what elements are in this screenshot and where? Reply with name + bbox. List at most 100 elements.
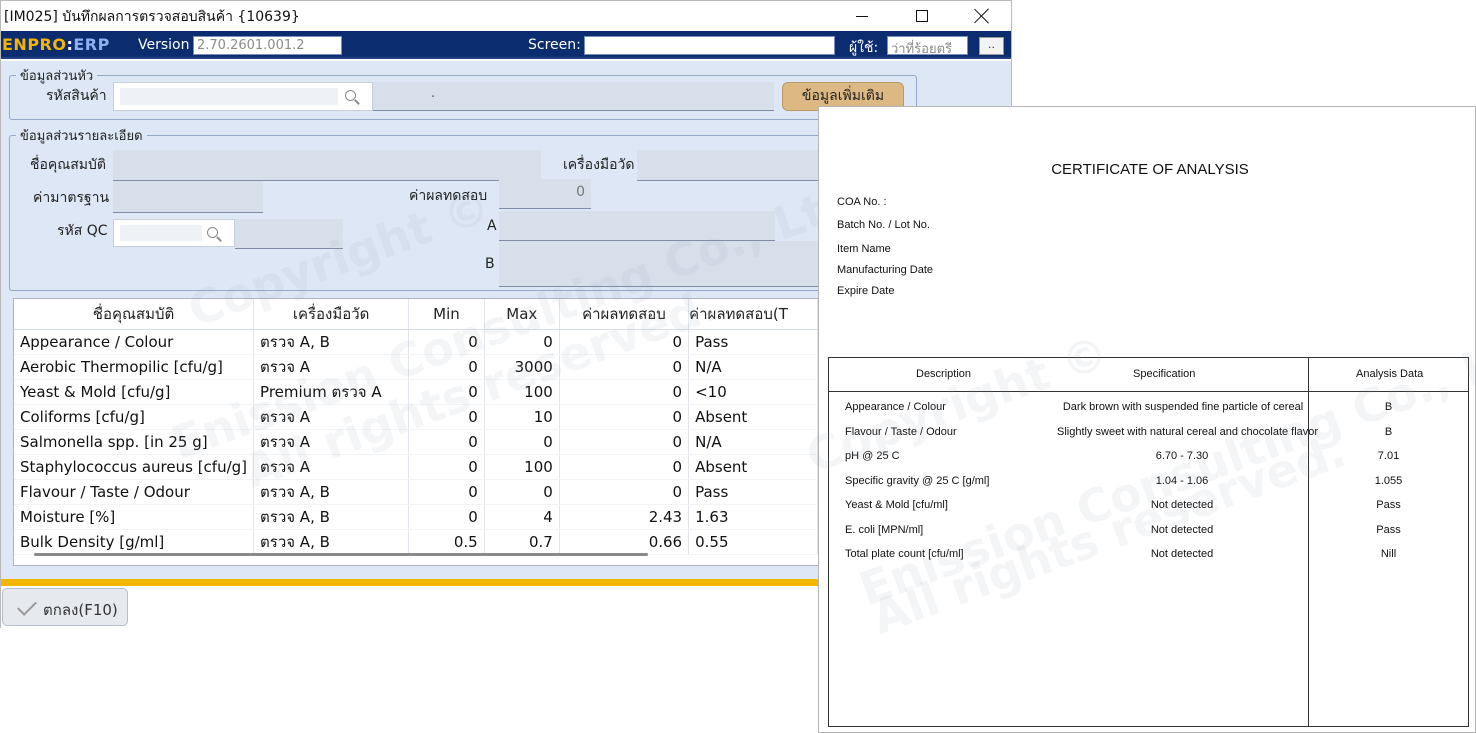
search-icon[interactable]	[344, 89, 360, 105]
table-cell: 0	[484, 329, 560, 355]
user-more-button[interactable]: ..	[979, 37, 1004, 55]
instrument-field	[637, 150, 823, 181]
table-row[interactable]: Salmonella spp. [in 25 g] ตรวจ A 0 0 0 N/A	[14, 429, 818, 455]
test-result-field: 0	[499, 179, 591, 209]
table-cell: ตรวจ A, B	[253, 504, 410, 530]
detail-group-legend: ข้อมูลส่วนรายละเอียด	[20, 129, 143, 144]
item-name-label: Item Name	[837, 243, 891, 255]
analysis-specification-cell: Slightly sweet with natural cereal and c…	[1057, 426, 1319, 438]
table-cell: 0	[559, 329, 690, 355]
analysis-specification-cell: Not detected	[1150, 524, 1214, 536]
expire-date-label: Expire Date	[837, 285, 895, 297]
table-cell: Premium ตรวจ A	[253, 379, 410, 405]
version-field: 2.70.2601.001.2	[193, 36, 342, 55]
product-name-field: .	[373, 82, 774, 111]
table-cell: 0.5	[408, 529, 485, 555]
analysis-analysis-cell: B	[1384, 401, 1393, 413]
table-cell: 0	[559, 479, 690, 505]
test-result-label: ค่าผลทดสอบ	[409, 188, 488, 204]
horizontal-scrollbar[interactable]	[34, 553, 648, 556]
table-cell: Absent	[688, 454, 818, 480]
table-row[interactable]: Staphylococcus aureus [cfu/g] ตรวจ A 0 100 0…	[14, 454, 818, 480]
table-cell: ตรวจ A	[253, 454, 410, 480]
table-cell: Staphylococcus aureus [cfu/g]	[14, 454, 255, 480]
table-cell: ตรวจ A	[253, 429, 410, 455]
table-cell: <10	[688, 379, 818, 405]
b-label: B	[485, 256, 495, 272]
analysis-analysis-cell: Pass	[1376, 524, 1401, 536]
column-header[interactable]: Max	[484, 299, 560, 330]
specification-header: Specification	[1133, 368, 1196, 380]
qc-results-grid: ชื่อคุณสมบัติ เครื่องมือวัด Min Max ค่าผลทดส…	[13, 298, 819, 566]
table-row[interactable]: Appearance / Colour ตรวจ A, B 0 0 0 Pass	[14, 329, 818, 355]
table-cell: 0	[559, 454, 690, 480]
table-cell: ตรวจ A	[253, 354, 410, 380]
table-cell: 0	[408, 479, 485, 505]
table-row[interactable]: Coliforms [cfu/g] ตรวจ A 0 10 0 Absent	[14, 404, 818, 430]
minimize-button[interactable]	[839, 1, 885, 31]
table-cell: N/A	[688, 429, 818, 455]
analysis-description-cell: Appearance / Colour	[845, 401, 946, 413]
qc-code-input[interactable]	[113, 219, 235, 247]
enpro-logo: ENPRO:ERP	[2, 35, 110, 54]
table-cell: ตรวจ A, B	[253, 479, 410, 505]
analysis-description-cell: pH @ 25 C	[845, 450, 900, 462]
ok-button[interactable]: ตกลง(F10)	[2, 588, 128, 626]
version-label: Version	[138, 37, 190, 53]
analysis-specification-cell: Dark brown with suspended fine particle …	[1062, 401, 1304, 413]
close-button[interactable]	[959, 1, 1005, 31]
table-row[interactable]: Moisture [%] ตรวจ A, B 0 4 2.43 1.63	[14, 504, 818, 530]
table-cell: N/A	[688, 354, 818, 380]
instrument-label: เครื่องมือวัด	[563, 157, 635, 173]
table-cell: Pass	[688, 329, 818, 355]
window-title: [IM025] บันทึกผลการตรวจสอบสินค้า {10639}	[4, 9, 300, 25]
analysis-table: Description Specification Analysis Data …	[828, 357, 1469, 727]
batch-no-label: Batch No. / Lot No.	[837, 219, 930, 231]
column-header[interactable]: ค่าผลทดสอบ	[559, 299, 690, 330]
maximize-button[interactable]	[899, 1, 945, 31]
table-row[interactable]: Aerobic Thermopilic [cfu/g] ตรวจ A 0 3000 0 N…	[14, 354, 818, 380]
column-header[interactable]: ชื่อคุณสมบัติ	[14, 299, 255, 330]
table-cell: 0	[484, 429, 560, 455]
column-header[interactable]: Min	[408, 299, 485, 330]
table-row[interactable]: Flavour / Taste / Odour ตรวจ A, B 0 0 0 Pass	[14, 479, 818, 505]
product-code-input[interactable]	[113, 82, 373, 111]
table-cell: 1.63	[688, 504, 818, 530]
screen-field	[584, 36, 835, 55]
close-icon	[974, 8, 990, 24]
table-cell: ตรวจ A	[253, 404, 410, 430]
column-header[interactable]: ค่าผลทดสอบ(T	[688, 299, 818, 330]
user-label: ผู้ใช้:	[849, 40, 879, 56]
table-cell: 0	[408, 429, 485, 455]
table-cell: Bulk Density [g/ml]	[14, 529, 255, 555]
coa-no-label: COA No. :	[837, 196, 887, 208]
table-cell: 0.7	[484, 529, 560, 555]
table-cell: Flavour / Taste / Odour	[14, 479, 255, 505]
a-field	[499, 211, 775, 241]
table-cell: Aerobic Thermopilic [cfu/g]	[14, 354, 255, 380]
product-code-label: รหัสสินค้า	[46, 88, 107, 104]
analysis-description-cell: Total plate count [cfu/ml]	[845, 548, 964, 560]
table-cell: 4	[484, 504, 560, 530]
table-cell: 0	[559, 354, 690, 380]
analysis-description-cell: Yeast & Mold [cfu/ml]	[845, 499, 948, 511]
table-cell: 0	[408, 329, 485, 355]
analysis-specification-cell: 6.70 - 7.30	[1155, 450, 1209, 462]
table-cell: 0	[484, 479, 560, 505]
minimize-icon	[856, 15, 868, 17]
table-row[interactable]: Bulk Density [g/ml] ตรวจ A, B 0.5 0.7 0.66 0.…	[14, 529, 818, 555]
search-icon[interactable]	[206, 226, 222, 242]
standard-label: ค่ามาตรฐาน	[33, 190, 110, 206]
app-header-bar: ENPRO:ERP Version 2.70.2601.001.2 Screen…	[1, 31, 1011, 59]
check-icon	[17, 596, 37, 616]
table-cell: 0	[408, 354, 485, 380]
table-cell: 0	[559, 379, 690, 405]
certificate-title: CERTIFICATE OF ANALYSIS	[1051, 161, 1249, 178]
description-header: Description	[916, 368, 972, 380]
product-code-value	[120, 88, 338, 105]
column-header[interactable]: เครื่องมือวัด	[253, 299, 410, 330]
table-cell: 0	[408, 404, 485, 430]
b-field	[499, 241, 823, 287]
table-row[interactable]: Yeast & Mold [cfu/g] Premium ตรวจ A 0 100 0 <…	[14, 379, 818, 405]
table-cell: 0	[408, 504, 485, 530]
